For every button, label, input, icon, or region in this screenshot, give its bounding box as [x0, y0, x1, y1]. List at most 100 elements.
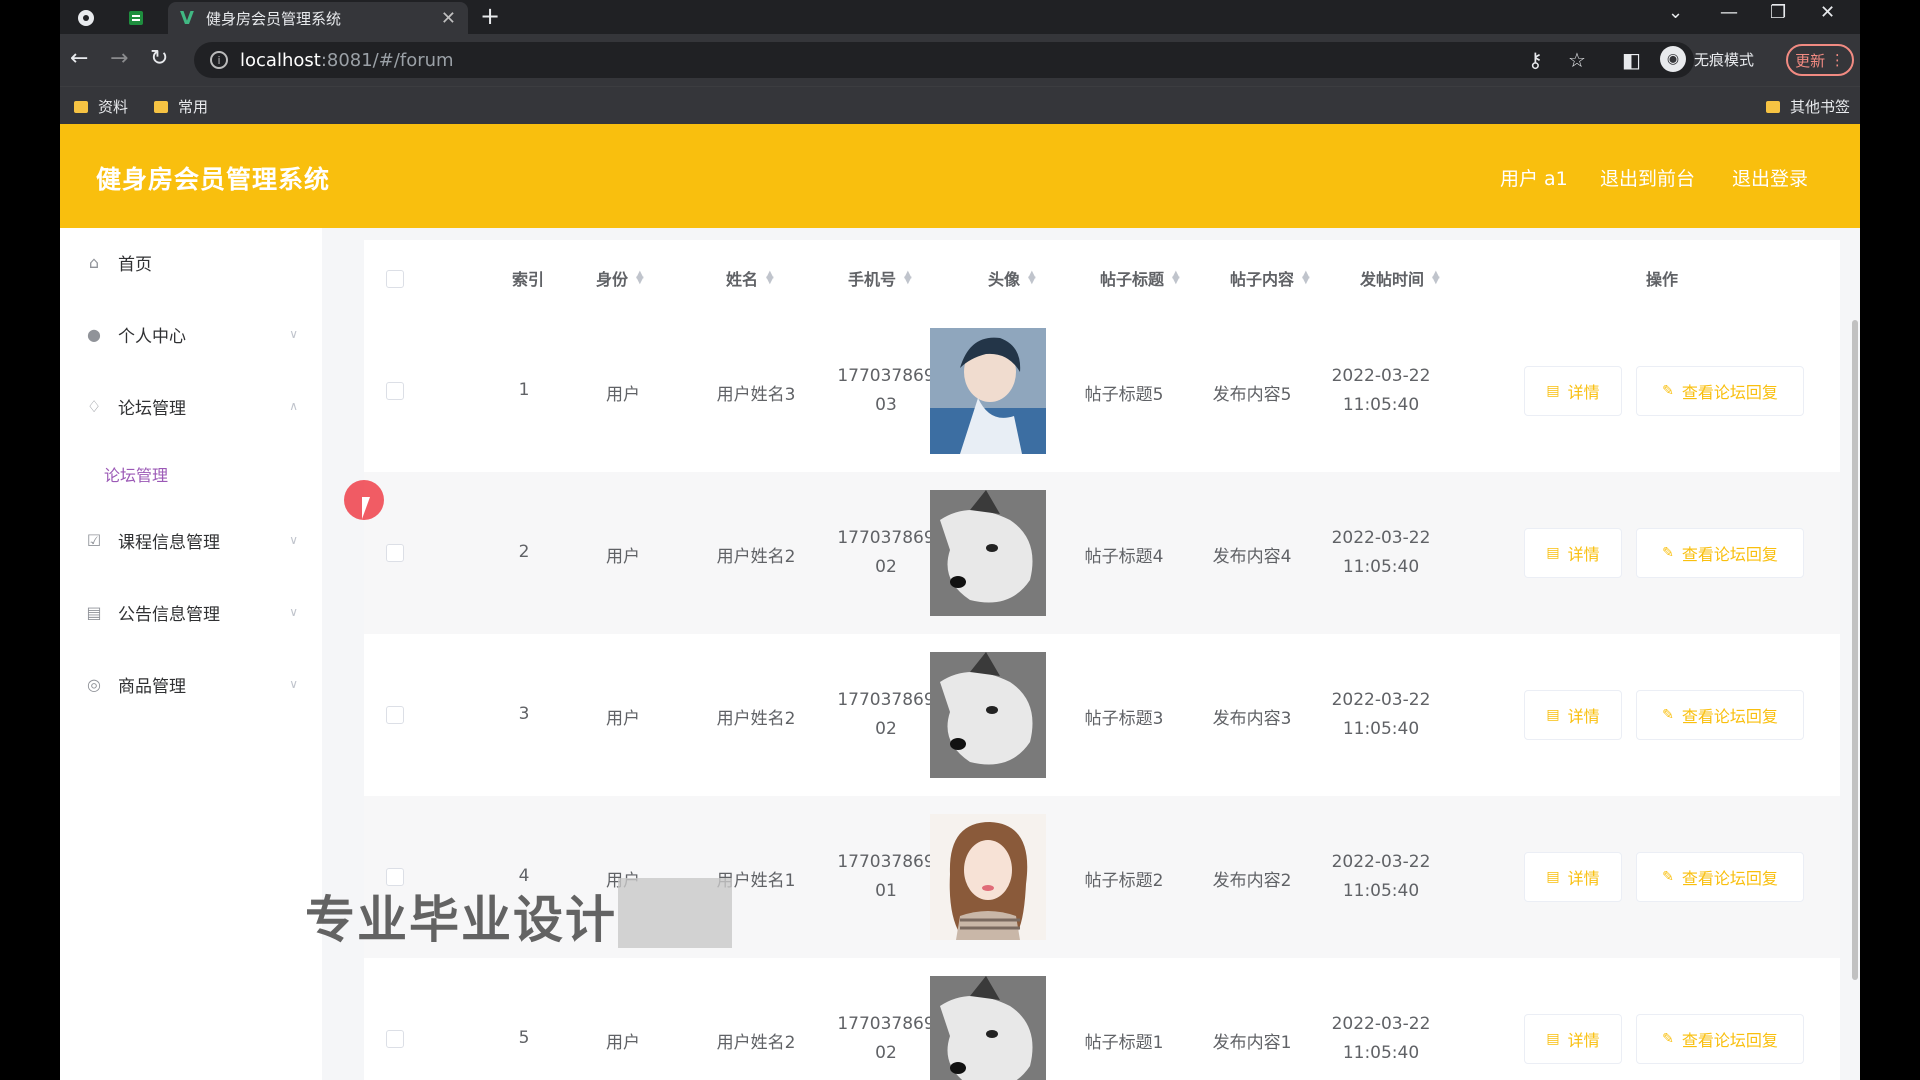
column-header-time[interactable]: 发帖时间 ▲ ▼ [1360, 266, 1440, 290]
active-tab[interactable]: V 健身房会员管理系统 ✕ [168, 2, 468, 34]
view-replies-button[interactable]: ✎ 查看论坛回复 [1636, 1014, 1804, 1064]
column-header-role[interactable]: 身份 ▲ ▼ [596, 266, 644, 290]
bookmark-folder-1[interactable]: 资料 [74, 96, 128, 117]
detail-button[interactable]: ▤ 详情 [1524, 366, 1622, 416]
key-icon[interactable]: ⚷ [1528, 48, 1543, 72]
tab-title: 健身房会员管理系统 [205, 9, 341, 28]
minimize-icon[interactable]: — [1720, 2, 1738, 23]
app-header: 健身房会员管理系统 用户 a1 退出到前台 退出登录 [60, 124, 1860, 228]
update-label: 更新 [1795, 51, 1826, 70]
settings-icon: ◎ [87, 674, 101, 694]
vue-logo-icon: V [180, 7, 194, 29]
date-line: 2022-03-22 [1331, 690, 1431, 710]
info-icon[interactable]: i [210, 51, 228, 69]
reload-icon[interactable]: ↻ [150, 46, 168, 71]
scrollbar-thumb[interactable] [1852, 320, 1858, 980]
sidebar-item-label: 个人中心 [118, 326, 186, 347]
cell-time: 2022-03-22 11:05:40 [1316, 848, 1446, 906]
pinned-tab-1[interactable] [68, 4, 104, 32]
phone-line: 03 [875, 395, 897, 415]
chevron-down-icon[interactable]: ⌄ [1668, 2, 1683, 23]
sort-icon[interactable]: ▲ ▼ [1172, 270, 1180, 286]
detail-button[interactable]: ▤ 详情 [1524, 1014, 1622, 1064]
sidebar-item-home[interactable]: ⌂ 首页 [84, 242, 304, 282]
sidebar-item-course[interactable]: ☑ 课程信息管理 ∨ [84, 520, 304, 560]
column-label: 索引 [512, 270, 545, 289]
column-header-title[interactable]: 帖子标题 ▲ ▼ [1100, 266, 1180, 290]
url-input[interactable]: i localhost:8081/#/forum [194, 42, 1694, 78]
phone-line: 02 [875, 557, 897, 577]
globe-icon [78, 10, 94, 26]
column-label: 手机号 [848, 270, 897, 289]
cell-role: 用户 [606, 385, 640, 405]
cell-name: 用户姓名2 [716, 1033, 796, 1053]
sidebar-item-notice[interactable]: ▤ 公告信息管理 ∨ [84, 592, 304, 632]
chevron-up-icon: ∧ [289, 399, 298, 413]
sidebar-item-personal[interactable]: ● 个人中心 ∨ [84, 314, 304, 354]
star-icon[interactable]: ☆ [1568, 48, 1586, 72]
phone-line: 177037869 [837, 852, 935, 872]
detail-button[interactable]: ▤ 详情 [1524, 690, 1622, 740]
sidebar-item-forum[interactable]: ♢ 论坛管理 ∧ [84, 386, 304, 426]
avatar [930, 328, 1046, 454]
time-line: 11:05:40 [1342, 881, 1420, 901]
sort-icon[interactable]: ▲ ▼ [1432, 270, 1440, 286]
detail-button[interactable]: ▤ 详情 [1524, 528, 1622, 578]
update-button[interactable]: 更新 ⋮ [1786, 44, 1854, 76]
logout-link[interactable]: 退出登录 [1732, 164, 1808, 191]
cell-content: 发布内容2 [1212, 871, 1292, 891]
sort-icon[interactable]: ▲ ▼ [636, 270, 644, 286]
cell-phone: 177037869 03 [826, 362, 946, 420]
forward-icon[interactable]: → [110, 46, 128, 71]
row-checkbox[interactable] [386, 1030, 404, 1048]
document-icon: ▤ [1546, 545, 1560, 561]
sidebar-item-label: 论坛管理 [118, 398, 186, 419]
column-label: 操作 [1646, 270, 1679, 289]
sort-icon[interactable]: ▲ ▼ [904, 270, 912, 286]
view-replies-button[interactable]: ✎ 查看论坛回复 [1636, 366, 1804, 416]
pinned-tab-2[interactable] [118, 4, 154, 32]
column-header-phone[interactable]: 手机号 ▲ ▼ [848, 266, 912, 290]
watermark-blur [618, 878, 732, 948]
view-replies-button[interactable]: ✎ 查看论坛回复 [1636, 852, 1804, 902]
time-line: 11:05:40 [1342, 557, 1420, 577]
submenu-forum-manage[interactable]: 论坛管理 [104, 462, 168, 486]
sort-icon[interactable]: ▲ ▼ [766, 270, 774, 286]
phone-line: 02 [875, 1043, 897, 1063]
chevron-down-icon: ∨ [289, 677, 298, 691]
edit-icon: ✎ [1662, 545, 1674, 561]
column-header-content[interactable]: 帖子内容 ▲ ▼ [1230, 266, 1310, 290]
back-to-front-link[interactable]: 退出到前台 [1600, 164, 1695, 191]
phone-line: 177037869 [837, 366, 935, 386]
column-label: 头像 [988, 270, 1021, 289]
cell-phone: 177037869 02 [826, 686, 946, 744]
new-tab-button[interactable]: + [480, 2, 500, 30]
row-checkbox[interactable] [386, 544, 404, 562]
back-icon[interactable]: ← [70, 46, 88, 71]
cell-title: 帖子标题5 [1084, 385, 1164, 405]
view-replies-button[interactable]: ✎ 查看论坛回复 [1636, 690, 1804, 740]
window-close-icon[interactable]: ✕ [1820, 2, 1835, 23]
clipboard-icon: ▤ [86, 602, 102, 622]
document-icon: ▤ [1546, 383, 1560, 399]
row-checkbox[interactable] [386, 382, 404, 400]
sidebar-item-goods[interactable]: ◎ 商品管理 ∨ [84, 664, 304, 704]
row-checkbox[interactable] [386, 706, 404, 724]
detail-button[interactable]: ▤ 详情 [1524, 852, 1622, 902]
column-header-avatar[interactable]: 头像 ▲ ▼ [988, 266, 1036, 290]
incognito-indicator[interactable]: ◉ 无痕模式 [1660, 46, 1754, 72]
sidepanel-icon[interactable]: ◧ [1622, 48, 1641, 72]
sidebar: ⌂ 首页 ● 个人中心 ∨ ♢ 论坛管理 ∧ 论坛管理 ☑ 课程信息管理 ∨ ▤… [60, 228, 322, 1080]
sort-icon[interactable]: ▲ ▼ [1028, 270, 1036, 286]
other-bookmarks[interactable]: 其他书签 [1766, 96, 1850, 117]
view-replies-button[interactable]: ✎ 查看论坛回复 [1636, 528, 1804, 578]
restore-icon[interactable]: ❐ [1770, 2, 1786, 23]
column-header-name[interactable]: 姓名 ▲ ▼ [726, 266, 774, 290]
cell-title: 帖子标题3 [1084, 709, 1164, 729]
bookmark-folder-2[interactable]: 常用 [154, 96, 208, 117]
close-icon[interactable]: ✕ [441, 8, 456, 29]
mouse-cursor-icon [362, 497, 378, 519]
select-all-checkbox[interactable] [386, 270, 404, 288]
avatar-image-husky [930, 652, 1046, 778]
sort-icon[interactable]: ▲ ▼ [1302, 270, 1310, 286]
